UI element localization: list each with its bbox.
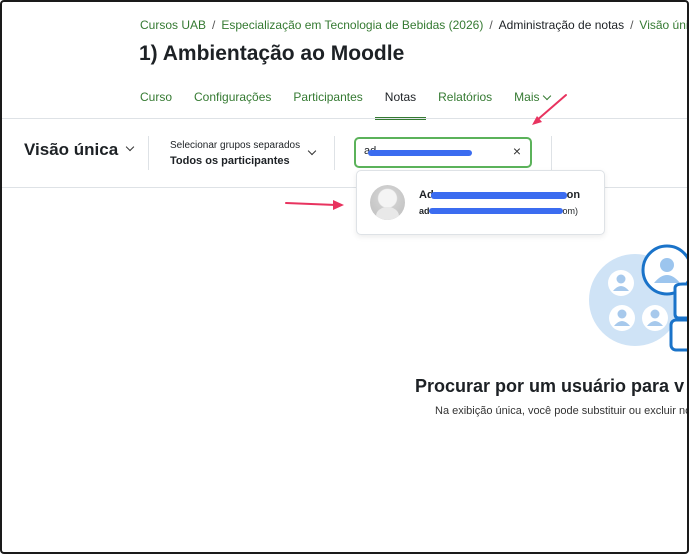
page-title: 1) Ambientação ao Moodle (139, 42, 405, 65)
annotation-arrow (285, 200, 344, 210)
window-frame: Cursos UAB / Especialização em Tecnologia … (0, 0, 689, 554)
search-results-dropdown: Ad on ad om) (356, 170, 605, 235)
users-illustration (589, 244, 687, 352)
tabs-divider (2, 118, 687, 119)
breadcrumb-separator: / (630, 18, 634, 32)
name-end: on (566, 189, 581, 201)
empty-state-title: Procurar por um usuário para v (415, 376, 685, 396)
group-selector-label: Selecionar grupos separados (170, 140, 301, 151)
breadcrumb-item-grade-admin: Administração de notas (498, 18, 625, 32)
chevron-down-icon (125, 142, 135, 152)
tab-participants[interactable]: Participantes (293, 88, 362, 120)
user-search-box[interactable]: × (354, 137, 532, 168)
tab-settings[interactable]: Configurações (194, 88, 271, 120)
tab-course[interactable]: Curso (140, 88, 172, 120)
tab-grades[interactable]: Notas (374, 88, 427, 120)
breadcrumb-item-courses[interactable]: Cursos UAB (140, 18, 206, 32)
empty-state-text: Na exibição única, você pode substituir … (435, 405, 689, 417)
breadcrumb-item-single-view[interactable]: Visão única (639, 18, 687, 32)
search-result-item[interactable]: Ad on ad om) (357, 171, 604, 234)
redaction-mark (431, 192, 567, 199)
view-selector-label: Visão única (24, 140, 119, 159)
redaction-mark (429, 208, 563, 214)
tab-reports[interactable]: Relatórios (438, 88, 492, 120)
breadcrumb-separator: / (489, 18, 493, 32)
course-nav-tabs: Curso Configurações Participantes Notas … (140, 88, 572, 120)
toolbar-separator (551, 136, 552, 170)
group-selector-value: Todos os participantes (170, 155, 290, 167)
email-start: ad (419, 206, 430, 216)
close-icon[interactable]: × (510, 144, 524, 158)
toolbar-separator (334, 136, 335, 170)
group-selector[interactable]: Selecionar grupos separados Todos os par… (170, 140, 300, 167)
breadcrumb: Cursos UAB / Especialização em Tecnologia … (140, 18, 687, 32)
user-avatar-icon (370, 185, 405, 220)
chevron-down-icon[interactable] (307, 146, 317, 156)
breadcrumb-separator: / (212, 18, 216, 32)
view-selector[interactable]: Visão única (24, 140, 135, 160)
redaction-mark (368, 150, 472, 156)
breadcrumb-item-specialization[interactable]: Especialização em Tecnologia de Bebidas … (221, 18, 483, 32)
annotation-arrow (532, 94, 567, 125)
email-end: om) (562, 206, 579, 216)
toolbar-separator (148, 136, 149, 170)
